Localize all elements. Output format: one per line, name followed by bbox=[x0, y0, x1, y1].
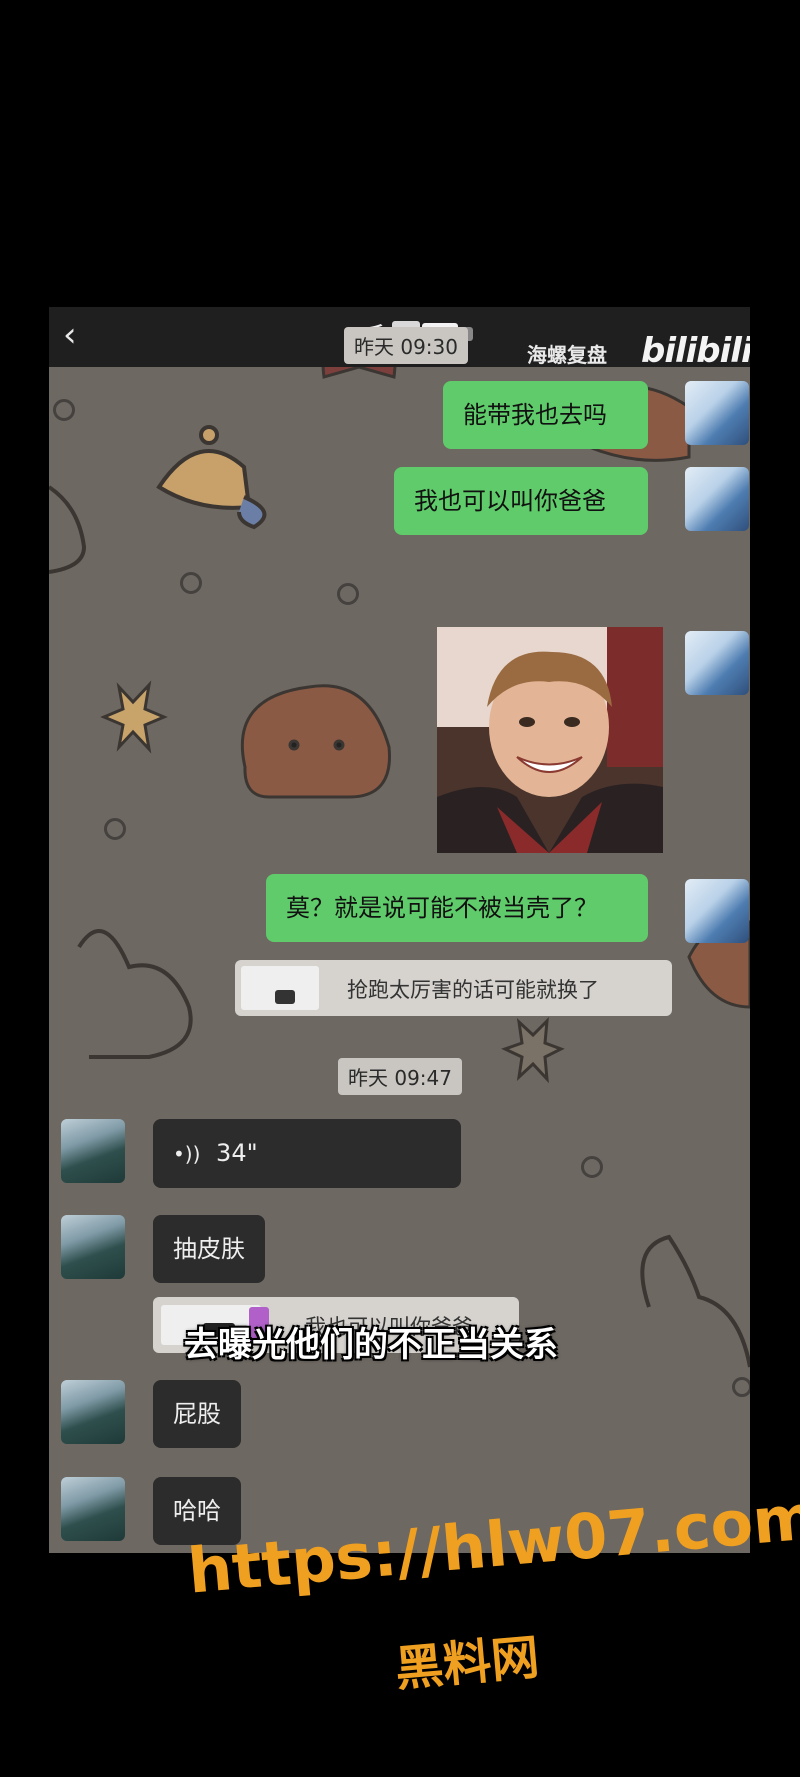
quote-sender-mosaic bbox=[275, 990, 295, 1004]
watermark-text: 海螺复盘 bbox=[527, 343, 607, 367]
timestamp: 昨天 09:47 bbox=[338, 1058, 462, 1095]
bunny-sticker bbox=[77, 929, 193, 1059]
incoming-message[interactable]: 屁股 bbox=[153, 1380, 241, 1448]
contact-avatar[interactable] bbox=[61, 1119, 125, 1183]
my-avatar[interactable] bbox=[685, 381, 749, 445]
cap-sticker bbox=[156, 425, 267, 530]
decor-dot bbox=[732, 1377, 750, 1397]
bunny-sticker bbox=[640, 1234, 750, 1368]
image-message[interactable] bbox=[437, 627, 663, 853]
quote-text: 抢跑太厉害的话可能就换了 bbox=[347, 978, 599, 1002]
my-avatar[interactable] bbox=[685, 879, 749, 943]
outgoing-message[interactable]: 我也可以叫你爸爸 bbox=[394, 467, 648, 535]
timestamp: 昨天 09:30 bbox=[344, 327, 468, 364]
boy-photo bbox=[437, 627, 663, 853]
decor-dot bbox=[581, 1156, 603, 1178]
dog-sticker bbox=[240, 684, 391, 799]
star-sticker bbox=[501, 1017, 565, 1084]
voice-wave-icon: •)) bbox=[173, 1142, 201, 1166]
outgoing-message[interactable]: 能带我也去吗 bbox=[443, 381, 648, 449]
voice-message[interactable]: •)) 34" bbox=[153, 1119, 461, 1188]
voice-duration: 34" bbox=[216, 1139, 258, 1167]
bunny-sticker bbox=[49, 485, 87, 574]
my-avatar[interactable] bbox=[685, 467, 749, 531]
bilibili-logo: bilibili bbox=[641, 331, 750, 371]
video-subtitle: 去曝光他们的不正当关系 bbox=[184, 1325, 558, 1365]
decor-dot bbox=[53, 399, 75, 421]
incoming-message[interactable]: 抽皮肤 bbox=[153, 1215, 265, 1283]
my-avatar[interactable] bbox=[685, 631, 749, 695]
outgoing-message[interactable]: 莫？就是说可能不被当壳了？ bbox=[266, 874, 648, 942]
chevron-left-icon[interactable]: ‹ bbox=[63, 315, 77, 355]
watermark-site-name: 黑料网 bbox=[393, 1629, 542, 1698]
chat-screen: ‹ 毛 海螺复盘 bilibili 昨天 09:30 能带我也去吗 我也可以叫你… bbox=[49, 307, 750, 1553]
quoted-message: 抢跑太厉害的话可能就换了 bbox=[235, 960, 672, 1016]
decor-dot bbox=[180, 572, 202, 594]
contact-avatar[interactable] bbox=[61, 1380, 125, 1444]
contact-avatar[interactable] bbox=[61, 1477, 125, 1541]
decor-dot bbox=[337, 583, 359, 605]
star-sticker bbox=[100, 680, 168, 754]
decor-dot bbox=[104, 818, 126, 840]
contact-avatar[interactable] bbox=[61, 1215, 125, 1279]
